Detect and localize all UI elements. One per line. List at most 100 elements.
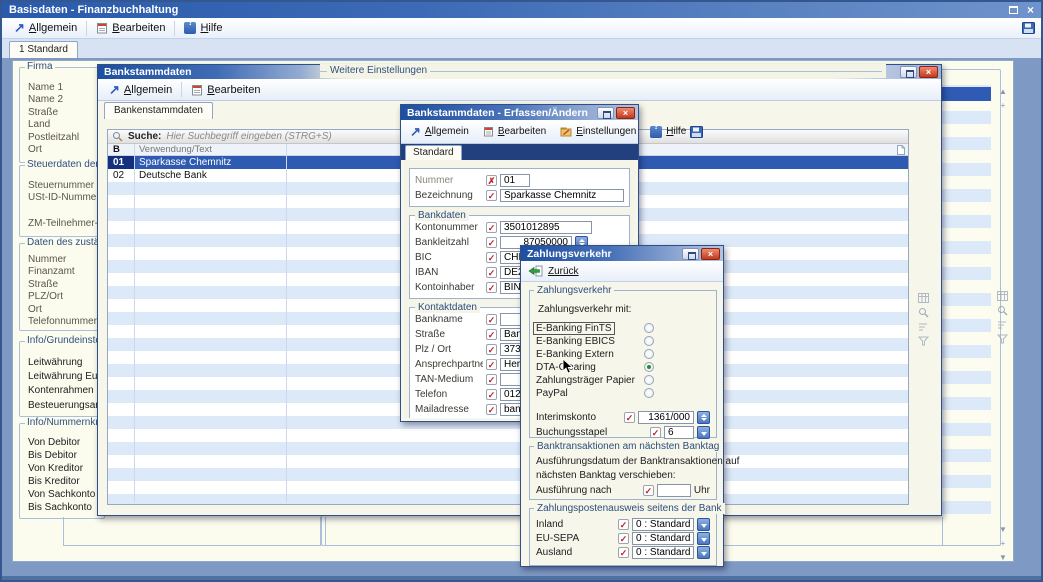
nummer-input[interactable]: 01 bbox=[500, 174, 530, 187]
dropdown-button[interactable] bbox=[697, 532, 710, 545]
column-header-text[interactable]: Verwendung/Text bbox=[134, 144, 286, 155]
back-arrow-icon bbox=[528, 265, 543, 277]
radio-papier[interactable] bbox=[644, 375, 654, 385]
kontonummer-row: Kontonummer ✓ 3501012895 bbox=[415, 220, 624, 235]
ausland-select[interactable]: 0 : Standard bbox=[632, 546, 694, 559]
check-checkbox-icon[interactable]: ✓ bbox=[486, 282, 497, 293]
dropdown-button[interactable] bbox=[697, 546, 710, 559]
field-label: Straße bbox=[20, 107, 104, 119]
settings-folder-icon bbox=[560, 126, 572, 137]
tab-standard[interactable]: Standard bbox=[405, 145, 462, 160]
field-label: Leitwährung Euro ab bbox=[20, 370, 104, 384]
add-row-icon[interactable]: + bbox=[997, 101, 1009, 111]
scroll-down-icon[interactable]: ▼ bbox=[997, 525, 1009, 535]
close-icon[interactable]: × bbox=[1027, 4, 1034, 16]
cross-checkbox-icon[interactable]: ✗ bbox=[486, 175, 497, 186]
check-checkbox-icon[interactable]: ✓ bbox=[618, 519, 629, 530]
tab-1-standard[interactable]: 1 Standard bbox=[9, 41, 78, 58]
filter-icon[interactable] bbox=[918, 336, 929, 346]
inland-select[interactable]: 0 : Standard bbox=[632, 518, 694, 531]
menu-bearbeiten[interactable]: Bearbeiten bbox=[479, 125, 550, 138]
menu-allgemein[interactable]: ↗ Allgemein bbox=[103, 83, 178, 97]
check-checkbox-icon[interactable]: ✓ bbox=[486, 329, 497, 340]
dropdown-button[interactable] bbox=[697, 518, 710, 531]
radio-paypal[interactable] bbox=[644, 388, 654, 398]
group-grundeinstellungen: Info/Grundeinstellungen Leitwährung Leit… bbox=[19, 341, 105, 417]
field-label: Name 1 bbox=[20, 82, 104, 94]
check-checkbox-icon[interactable]: ✓ bbox=[486, 252, 497, 263]
menu-bearbeiten[interactable]: Bearbeiten bbox=[185, 83, 266, 97]
check-checkbox-icon[interactable]: ✓ bbox=[486, 237, 497, 248]
check-checkbox-icon[interactable]: ✓ bbox=[486, 344, 497, 355]
check-checkbox-icon[interactable]: ✓ bbox=[486, 314, 497, 325]
radio-dta-clearing[interactable] bbox=[644, 362, 654, 372]
zahlungsverkehr-titlebar[interactable]: Zahlungsverkehr × bbox=[521, 246, 723, 261]
column-divider bbox=[286, 144, 287, 503]
page-icon[interactable] bbox=[897, 145, 905, 155]
erfassen-titlebar[interactable]: Bankstammdaten - Erfassen/Ändern × bbox=[401, 105, 638, 120]
ausfuehrung-input[interactable] bbox=[657, 484, 691, 497]
check-checkbox-icon[interactable]: ✓ bbox=[486, 222, 497, 233]
menu-hilfe[interactable]: ? Hilfe bbox=[646, 125, 690, 139]
radio-extern[interactable] bbox=[644, 349, 654, 359]
sort-icon[interactable] bbox=[997, 320, 1008, 330]
restore-button[interactable] bbox=[900, 66, 917, 78]
eu-sepa-select[interactable]: 0 : Standard bbox=[632, 532, 694, 545]
add-row-icon[interactable]: + bbox=[997, 539, 1009, 549]
bezeichnung-input[interactable]: Sparkasse Chemnitz bbox=[500, 189, 624, 202]
kontonummer-input[interactable]: 3501012895 bbox=[500, 221, 592, 234]
sort-icon[interactable] bbox=[918, 322, 929, 332]
field-label: PLZ/Ort bbox=[20, 291, 104, 303]
scroll-end-icon[interactable]: ▼ bbox=[997, 553, 1009, 563]
save-icon[interactable] bbox=[690, 126, 703, 138]
check-checkbox-icon[interactable]: ✓ bbox=[486, 190, 497, 201]
buchungsstapel-input[interactable]: 6 bbox=[664, 426, 694, 439]
window-title: Bankstammdaten - Erfassen/Ändern bbox=[407, 107, 588, 119]
interimskonto-input[interactable]: 1361/000 bbox=[638, 411, 694, 424]
menu-allgemein[interactable]: ↗ Allgemein bbox=[8, 21, 83, 35]
menu-bearbeiten[interactable]: Bearbeiten bbox=[90, 21, 171, 35]
dropdown-button[interactable] bbox=[697, 426, 710, 439]
check-checkbox-icon[interactable]: ✓ bbox=[486, 374, 497, 385]
save-icon[interactable] bbox=[1022, 22, 1035, 34]
eu-sepa-row: EU-SEPA ✓ 0 : Standard bbox=[536, 531, 710, 545]
filter-icon[interactable] bbox=[997, 334, 1008, 344]
close-button[interactable]: × bbox=[701, 248, 720, 260]
kontaktdaten-label: Kontaktdaten bbox=[415, 302, 480, 313]
main-titlebar[interactable]: Basisdaten - Finanzbuchhaltung × bbox=[2, 2, 1041, 18]
scroll-up-icon[interactable]: ▲ bbox=[997, 87, 1009, 97]
restore-button[interactable] bbox=[682, 248, 699, 260]
zurueck-button[interactable]: Zurück bbox=[548, 266, 579, 277]
spinner-button[interactable] bbox=[697, 411, 710, 424]
check-checkbox-icon[interactable]: ✓ bbox=[486, 389, 497, 400]
head-box: Nummer ✗ 01 Bezeichnung ✓ Sparkasse Chem… bbox=[409, 168, 630, 207]
check-checkbox-icon[interactable]: ✓ bbox=[650, 427, 661, 438]
tab-bankenstammdaten[interactable]: Bankenstammdaten bbox=[104, 102, 213, 119]
form-tool-strip bbox=[997, 291, 1008, 344]
column-header-b[interactable]: B bbox=[108, 144, 134, 155]
search-icon[interactable] bbox=[918, 307, 929, 318]
radio-fints[interactable] bbox=[644, 323, 654, 333]
close-button[interactable]: × bbox=[919, 66, 938, 78]
notepad-icon bbox=[191, 84, 203, 96]
menu-allgemein[interactable]: ↗ Allgemein bbox=[406, 125, 473, 138]
close-button[interactable]: × bbox=[616, 107, 635, 119]
window-bottom-border bbox=[2, 576, 1041, 580]
check-checkbox-icon[interactable]: ✓ bbox=[624, 412, 635, 423]
check-checkbox-icon[interactable]: ✓ bbox=[618, 533, 629, 544]
check-checkbox-icon[interactable]: ✓ bbox=[643, 485, 654, 496]
restore-button[interactable] bbox=[597, 107, 614, 119]
window-title: Zahlungsverkehr bbox=[527, 248, 612, 260]
check-checkbox-icon[interactable]: ✓ bbox=[486, 359, 497, 370]
check-checkbox-icon[interactable]: ✓ bbox=[486, 267, 497, 278]
grid-icon[interactable] bbox=[997, 291, 1008, 301]
menu-hilfe[interactable]: ? Hilfe bbox=[178, 21, 228, 35]
search-icon[interactable] bbox=[997, 305, 1008, 316]
grid-icon[interactable] bbox=[918, 293, 929, 303]
radio-ebics[interactable] bbox=[644, 336, 654, 346]
check-checkbox-icon[interactable]: ✓ bbox=[486, 404, 497, 415]
zahlungsverkehr-body: Zahlungsverkehr Zahlungsverkehr mit: E-B… bbox=[523, 282, 723, 566]
restore-icon[interactable] bbox=[1009, 6, 1018, 14]
check-checkbox-icon[interactable]: ✓ bbox=[618, 547, 629, 558]
menu-einstellungen[interactable]: Einstellungen bbox=[556, 125, 640, 138]
